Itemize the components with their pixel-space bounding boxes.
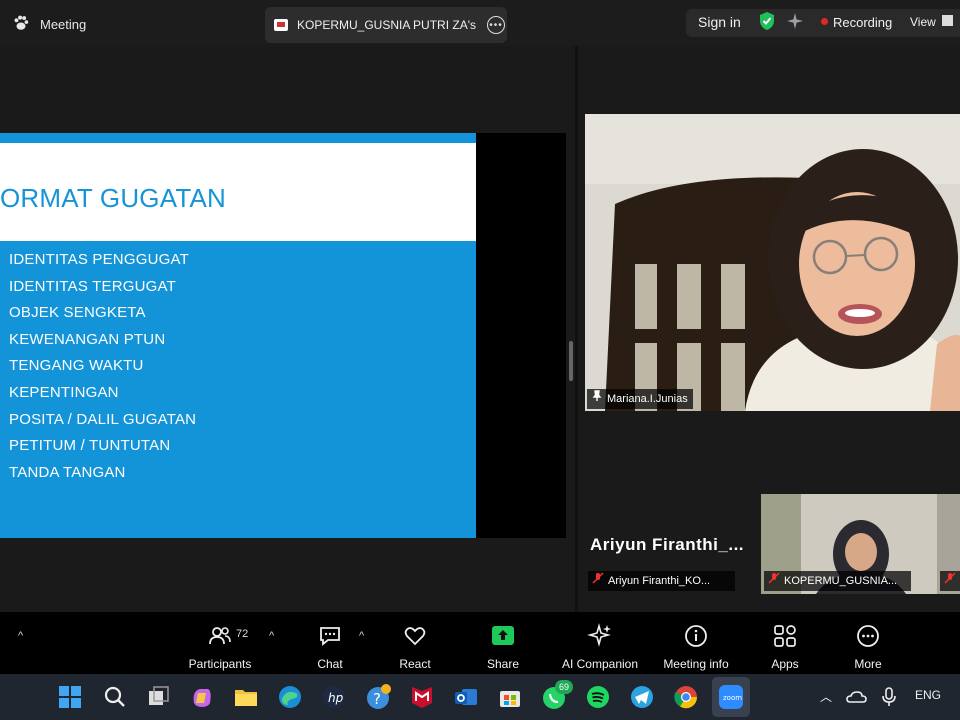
slide-list-item: POSITA / DALIL GUGATAN [9, 410, 197, 428]
ai-sparkle-icon[interactable] [786, 12, 804, 30]
muted-mic-icon [592, 571, 604, 591]
microphone-icon[interactable] [877, 685, 901, 709]
participants-button[interactable]: Participants [185, 612, 255, 674]
hp-icon[interactable]: hp [320, 683, 348, 711]
slide-list-item: TANDA TANGAN [9, 463, 126, 481]
speaker-name: Mariana.I.Junias [607, 393, 688, 405]
onedrive-icon[interactable] [845, 685, 869, 709]
participant-name: KOPERMU_GUSNIA... [784, 575, 898, 587]
panel-divider [575, 46, 578, 612]
participants-icon [209, 627, 231, 645]
more-button[interactable]: More [843, 612, 893, 674]
slide-list-item: KEWENANGAN PTUN [9, 330, 166, 348]
apps-icon [774, 625, 796, 647]
speaker-video-frame [585, 114, 960, 411]
apps-button[interactable]: Apps [760, 612, 810, 674]
muted-mic-icon [768, 571, 780, 591]
screen-share-icon [273, 17, 289, 33]
slide-list-item: OBJEK SENGKETA [9, 304, 146, 322]
chat-icon [320, 627, 340, 646]
participants-caret-icon[interactable]: ^ [269, 630, 274, 642]
windows-start-icon[interactable] [56, 683, 84, 711]
input-language[interactable]: ENG [915, 688, 941, 702]
heart-icon [404, 627, 426, 646]
ai-companion-icon [587, 623, 611, 647]
participant-name-tag: Ariyun Firanthi_KO... [588, 571, 735, 591]
app-title: Meeting [40, 17, 87, 32]
help-icon[interactable]: ? [364, 683, 392, 711]
view-button[interactable]: View [910, 15, 936, 29]
microsoft-store-icon[interactable] [496, 683, 524, 711]
more-icon [857, 625, 879, 647]
paw-icon [12, 14, 30, 35]
meeting-info-label: Meeting info [663, 657, 729, 671]
meeting-info-button[interactable]: Meeting info [655, 612, 737, 674]
meeting-controls-toolbar: ^ Participants 72 ^ Chat ^ React Share A… [0, 612, 960, 674]
security-shield-icon[interactable] [758, 11, 776, 31]
slide-list-item: TENGANG WAKTU [9, 357, 144, 375]
app-title-area: Meeting [12, 14, 86, 35]
participant-tile-name: Ariyun Firanthi_... [590, 535, 745, 554]
resize-handle[interactable] [569, 341, 573, 381]
react-button[interactable]: React [390, 612, 440, 674]
os-taskbar: hp ? 69 zoom ︿ ENG [0, 674, 960, 720]
outlook-icon[interactable] [452, 683, 480, 711]
info-icon [685, 625, 707, 647]
participant-name-tag: KOPERMU_GUSNIA... [764, 571, 911, 591]
slide-title-band: ORMAT GUGATAN [0, 143, 476, 241]
view-grid-icon[interactable] [942, 15, 953, 26]
ai-companion-label: AI Companion [561, 657, 639, 671]
whatsapp-badge: 69 [555, 680, 573, 694]
share-button[interactable]: Share [478, 612, 528, 674]
slide-title: ORMAT GUGATAN [0, 183, 227, 213]
recording-dot-icon [821, 18, 828, 25]
tray-overflow-chevron-icon[interactable]: ︿ [820, 688, 832, 705]
telegram-icon[interactable] [628, 683, 656, 711]
zoom-app-icon[interactable]: zoom [717, 683, 745, 711]
copilot-icon[interactable] [188, 683, 216, 711]
svg-text:zoom: zoom [723, 694, 742, 702]
file-explorer-icon[interactable] [232, 683, 260, 711]
participant-name: Ariyun Firanthi_KO... [608, 575, 711, 587]
slide-list-item: IDENTITAS PENGGUGAT [9, 251, 189, 268]
presentation-slide: ORMAT GUGATAN IDENTITAS PENGGUGAT IDENTI… [0, 133, 476, 538]
slide-list-item: KEPENTINGAN [9, 383, 119, 401]
chrome-icon[interactable] [672, 683, 700, 711]
more-label: More [854, 657, 882, 671]
ai-companion-button[interactable]: AI Companion [555, 612, 645, 674]
more-options-icon[interactable]: ••• [487, 16, 505, 34]
speaker-name-tag: Mariana.I.Junias [587, 389, 693, 409]
active-speaker-video[interactable] [585, 114, 960, 411]
chat-caret-icon[interactable]: ^ [359, 630, 364, 642]
slide-bullet-list: IDENTITAS PENGGUGAT IDENTITAS TERGUGAT O… [9, 250, 196, 489]
apps-label: Apps [771, 657, 799, 671]
participants-count: 72 [236, 628, 249, 640]
sign-in-button[interactable]: Sign in [698, 14, 741, 30]
task-view-icon[interactable] [145, 683, 173, 711]
slide-list-item: IDENTITAS TERGUGAT [9, 277, 176, 295]
muted-mic-icon [944, 571, 956, 591]
slide-list-item: PETITUM / TUNTUTAN [9, 437, 171, 455]
chat-label: Chat [317, 657, 343, 671]
audio-options-caret-icon[interactable]: ^ [18, 630, 23, 642]
screen-share-tab[interactable]: KOPERMU_GUSNIA PUTRI ZA's sc ••• [265, 7, 507, 43]
mcafee-icon[interactable] [408, 683, 436, 711]
search-icon[interactable] [101, 683, 129, 711]
pin-icon [591, 389, 603, 409]
spotify-icon[interactable] [584, 683, 612, 711]
chat-button[interactable]: Chat [305, 612, 355, 674]
svg-text:?: ? [373, 690, 381, 708]
slide-letterbox [476, 133, 566, 538]
share-screen-icon [492, 626, 514, 645]
react-label: React [399, 657, 431, 671]
recording-indicator[interactable]: Recording [833, 15, 892, 30]
share-tab-title: KOPERMU_GUSNIA PUTRI ZA's sc [297, 18, 479, 32]
share-label: Share [486, 657, 520, 671]
edge-browser-icon[interactable] [276, 683, 304, 711]
participants-label: Participants [188, 657, 252, 671]
participant-name-tag [940, 571, 960, 591]
svg-text:hp: hp [328, 691, 344, 705]
